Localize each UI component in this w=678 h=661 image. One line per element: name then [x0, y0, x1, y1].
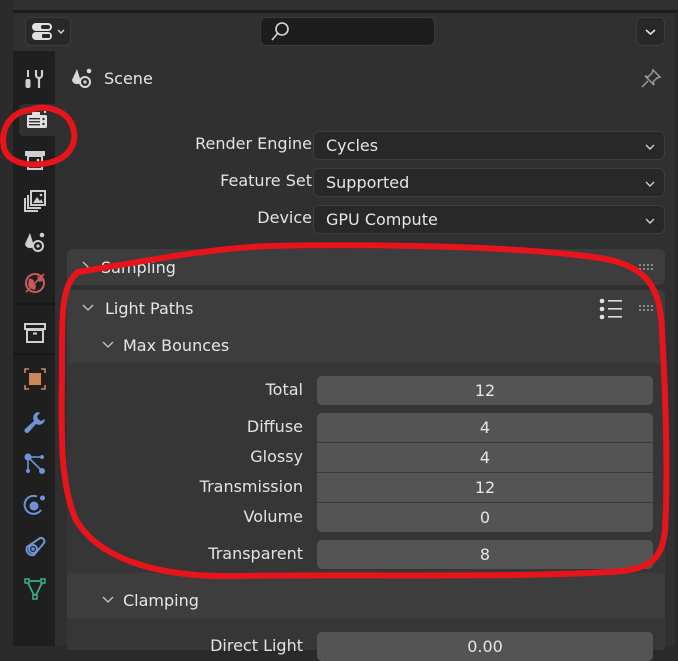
physics-icon	[23, 494, 45, 515]
tab-tool[interactable]	[19, 63, 51, 95]
world-icon	[25, 273, 45, 293]
transmission-label: Transmission	[199, 477, 303, 496]
render-engine-value: Cycles	[326, 136, 379, 155]
device-row: Device GPU Compute	[55, 203, 675, 234]
tool-icon	[25, 70, 44, 88]
output-printer-icon	[25, 151, 45, 170]
chevron-right-icon	[82, 261, 89, 273]
device-value: GPU Compute	[326, 210, 438, 229]
chevron-down-icon	[102, 596, 114, 603]
diffuse-field[interactable]: 4	[317, 413, 653, 442]
tab-data[interactable]	[19, 573, 51, 605]
chevron-down-icon	[82, 304, 94, 311]
tab-render[interactable]	[19, 104, 55, 136]
total-field[interactable]: 12	[317, 376, 653, 405]
glossy-label: Glossy	[250, 447, 303, 466]
tab-view-layer[interactable]	[19, 185, 51, 217]
header-options-dropdown[interactable]	[636, 17, 665, 46]
feature-set-value: Supported	[326, 173, 410, 192]
render-engine-row: Render Engine Cycles	[55, 129, 675, 160]
tab-particles[interactable]	[19, 448, 51, 480]
glossy-field[interactable]: 4	[317, 442, 653, 472]
max-bounces-title: Max Bounces	[123, 335, 230, 355]
device-dropdown[interactable]: GPU Compute	[313, 205, 665, 234]
clamping-subpanel-header[interactable]: Clamping	[67, 583, 665, 617]
total-label: Total	[265, 380, 303, 399]
tab-object[interactable]	[19, 363, 51, 395]
sampling-panel-header[interactable]: Sampling	[67, 249, 665, 285]
render-camera-icon	[27, 111, 47, 128]
render-engine-label: Render Engine	[195, 134, 312, 153]
context-path: Scene	[70, 65, 153, 91]
mesh-data-icon	[24, 578, 46, 600]
sampling-title: Sampling	[101, 257, 176, 277]
pin-icon	[641, 68, 662, 88]
render-engine-dropdown[interactable]: Cycles	[313, 131, 665, 160]
transparent-label: Transparent	[208, 544, 303, 563]
light-paths-panel-header[interactable]: Light Paths	[67, 290, 665, 326]
feature-set-label: Feature Set	[220, 171, 312, 190]
wrench-icon	[24, 412, 45, 433]
direct-light-field[interactable]: 0.00	[317, 632, 653, 661]
tabs-separator	[13, 303, 55, 305]
device-label: Device	[257, 208, 312, 227]
chevron-down-icon	[102, 341, 114, 348]
clamping-body: Direct Light 0.00	[67, 618, 665, 661]
properties-main: Scene Render Engine Cycles Feature Set S…	[55, 53, 675, 661]
feature-set-dropdown[interactable]: Supported	[313, 168, 665, 197]
properties-tabs	[13, 51, 55, 646]
properties-editor: Scene Render Engine Cycles Feature Set S…	[13, 13, 675, 661]
scene-icon	[72, 68, 92, 88]
viewport-edge	[0, 0, 13, 646]
sampling-panel: Sampling	[67, 249, 665, 285]
max-bounces-subpanel-header[interactable]: Max Bounces	[67, 328, 665, 362]
presets-list-icon[interactable]	[599, 298, 623, 320]
light-paths-title: Light Paths	[105, 298, 194, 318]
chevron-down-icon	[645, 144, 655, 150]
max-bounces-body: Total 12 Diffuse 4 Glossy 4 Transmission…	[67, 363, 665, 573]
properties-editor-icon	[32, 23, 65, 40]
constraints-icon	[25, 536, 46, 557]
transparent-field[interactable]: 8	[317, 540, 653, 569]
feature-set-row: Feature Set Supported	[55, 166, 675, 197]
light-paths-panel: Light Paths Max Bounces Total 12 Diffuse…	[67, 290, 665, 661]
editor-header	[13, 13, 675, 53]
clamping-title: Clamping	[123, 590, 199, 610]
tab-constraints[interactable]	[19, 531, 51, 563]
context-label: Scene	[104, 68, 153, 88]
drag-handle-icon[interactable]	[639, 264, 653, 270]
tab-scene[interactable]	[19, 226, 51, 258]
search-icon	[271, 22, 289, 41]
tab-world[interactable]	[19, 267, 51, 299]
pin-button[interactable]	[639, 67, 663, 95]
chevron-down-icon	[645, 181, 655, 187]
chevron-down-icon	[645, 218, 655, 224]
volume-label: Volume	[243, 507, 303, 526]
view-layer-icon	[24, 190, 46, 212]
chevron-down-icon	[645, 29, 656, 36]
particles-icon	[24, 453, 45, 474]
tab-output[interactable]	[19, 144, 51, 176]
volume-field[interactable]: 0	[317, 502, 653, 532]
scene-icon	[25, 232, 45, 252]
tab-physics[interactable]	[19, 489, 51, 521]
tab-collection[interactable]	[19, 317, 51, 349]
top-area-edge	[13, 0, 678, 13]
collection-icon	[24, 323, 46, 343]
object-icon	[24, 368, 46, 390]
tabs-separator	[13, 353, 55, 355]
search-input[interactable]	[260, 17, 435, 46]
editor-type-button[interactable]	[25, 17, 71, 46]
tab-modifiers[interactable]	[19, 406, 51, 438]
diffuse-label: Diffuse	[246, 417, 303, 436]
drag-handle-icon[interactable]	[639, 305, 653, 311]
transmission-field[interactable]: 12	[317, 472, 653, 502]
